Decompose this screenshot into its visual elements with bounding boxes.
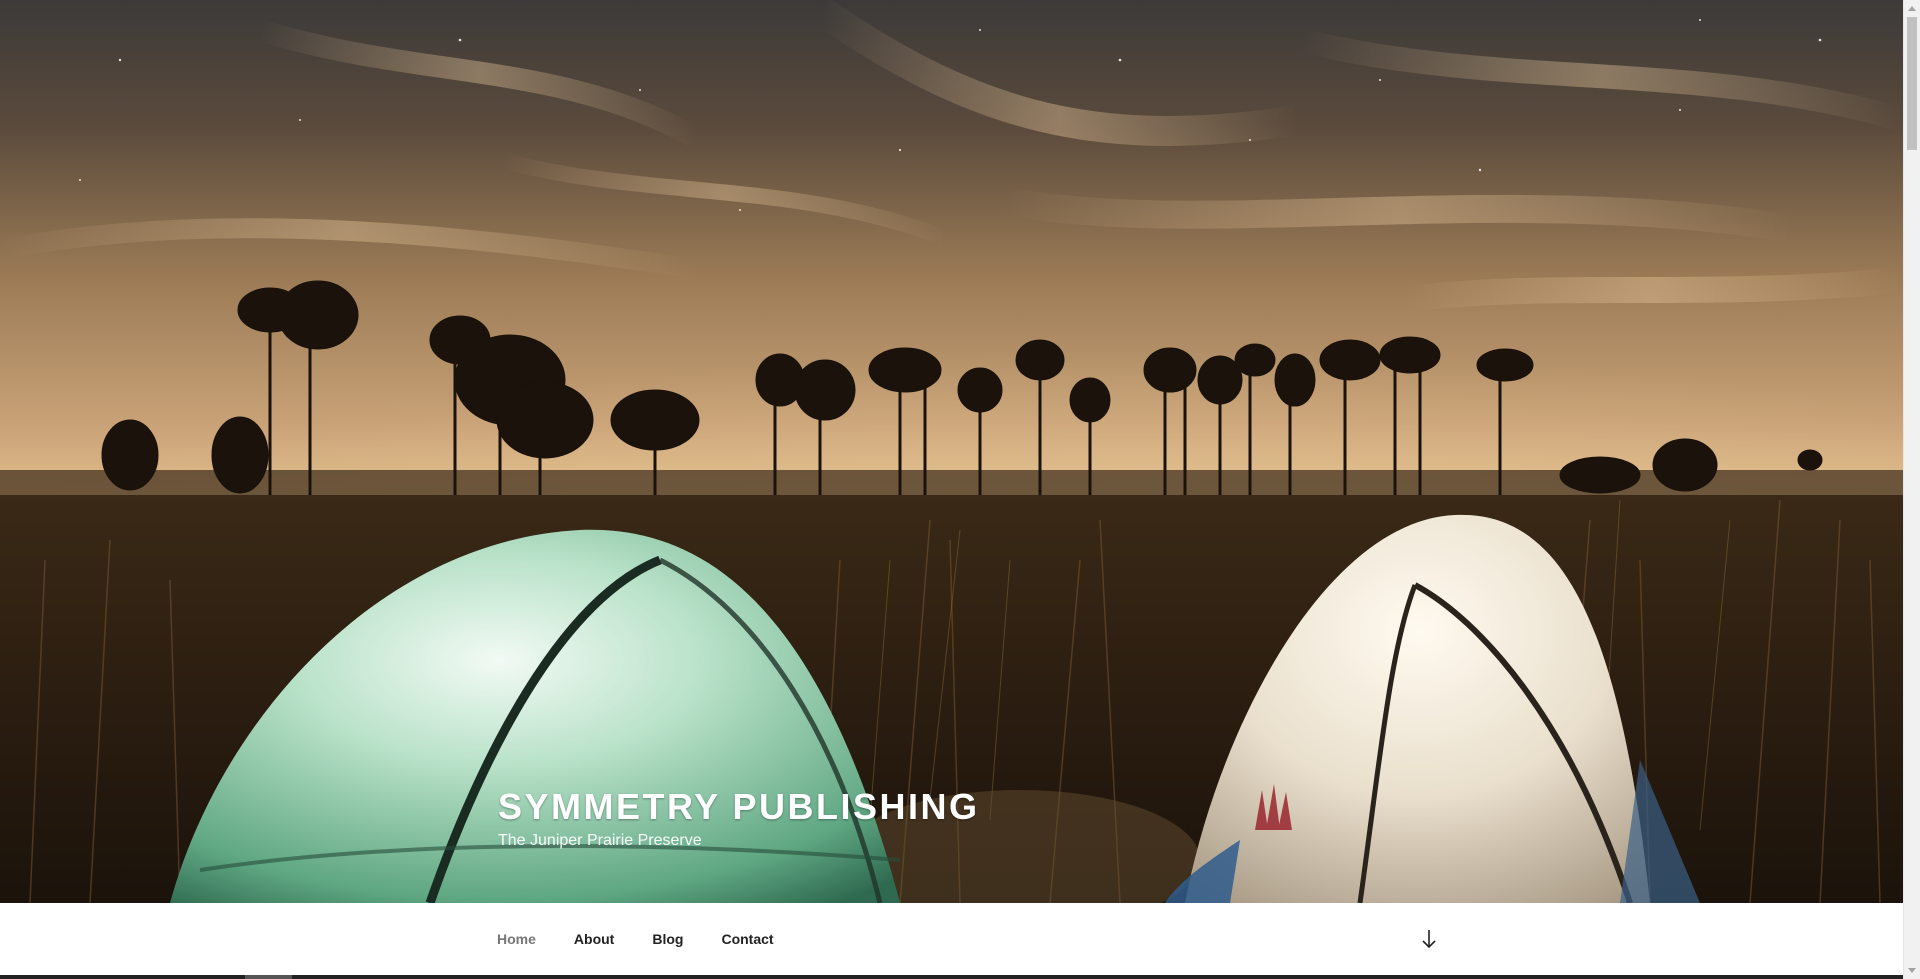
nav-item-about[interactable]: About bbox=[555, 931, 633, 947]
scroll-up-arrow-icon[interactable] bbox=[1908, 6, 1916, 11]
top-navigation: Home About Blog Contact bbox=[0, 903, 1903, 976]
site-description: The Juniper Prairie Preserve bbox=[498, 832, 702, 849]
page-viewport: SYMMETRY PUBLISHING The Juniper Prairie … bbox=[0, 0, 1903, 979]
site-title[interactable]: SYMMETRY PUBLISHING bbox=[498, 784, 980, 830]
scroll-down-arrow-icon[interactable] bbox=[1908, 968, 1916, 973]
nav-item-home[interactable]: Home bbox=[478, 931, 555, 947]
site-branding: SYMMETRY PUBLISHING The Juniper Prairie … bbox=[498, 784, 980, 850]
nav-item-contact[interactable]: Contact bbox=[702, 931, 792, 947]
page-content-edge bbox=[0, 975, 1903, 979]
scrollbar-thumb[interactable] bbox=[1907, 17, 1917, 150]
arrow-down-icon bbox=[1422, 930, 1436, 949]
nav-item-blog[interactable]: Blog bbox=[633, 931, 702, 947]
custom-header: SYMMETRY PUBLISHING The Juniper Prairie … bbox=[0, 0, 1903, 903]
primary-menu: Home About Blog Contact bbox=[478, 903, 793, 975]
vertical-scrollbar[interactable] bbox=[1903, 0, 1920, 979]
content-edge-marker bbox=[245, 975, 292, 979]
scroll-down-button[interactable] bbox=[1417, 927, 1441, 951]
header-image bbox=[0, 0, 1903, 903]
